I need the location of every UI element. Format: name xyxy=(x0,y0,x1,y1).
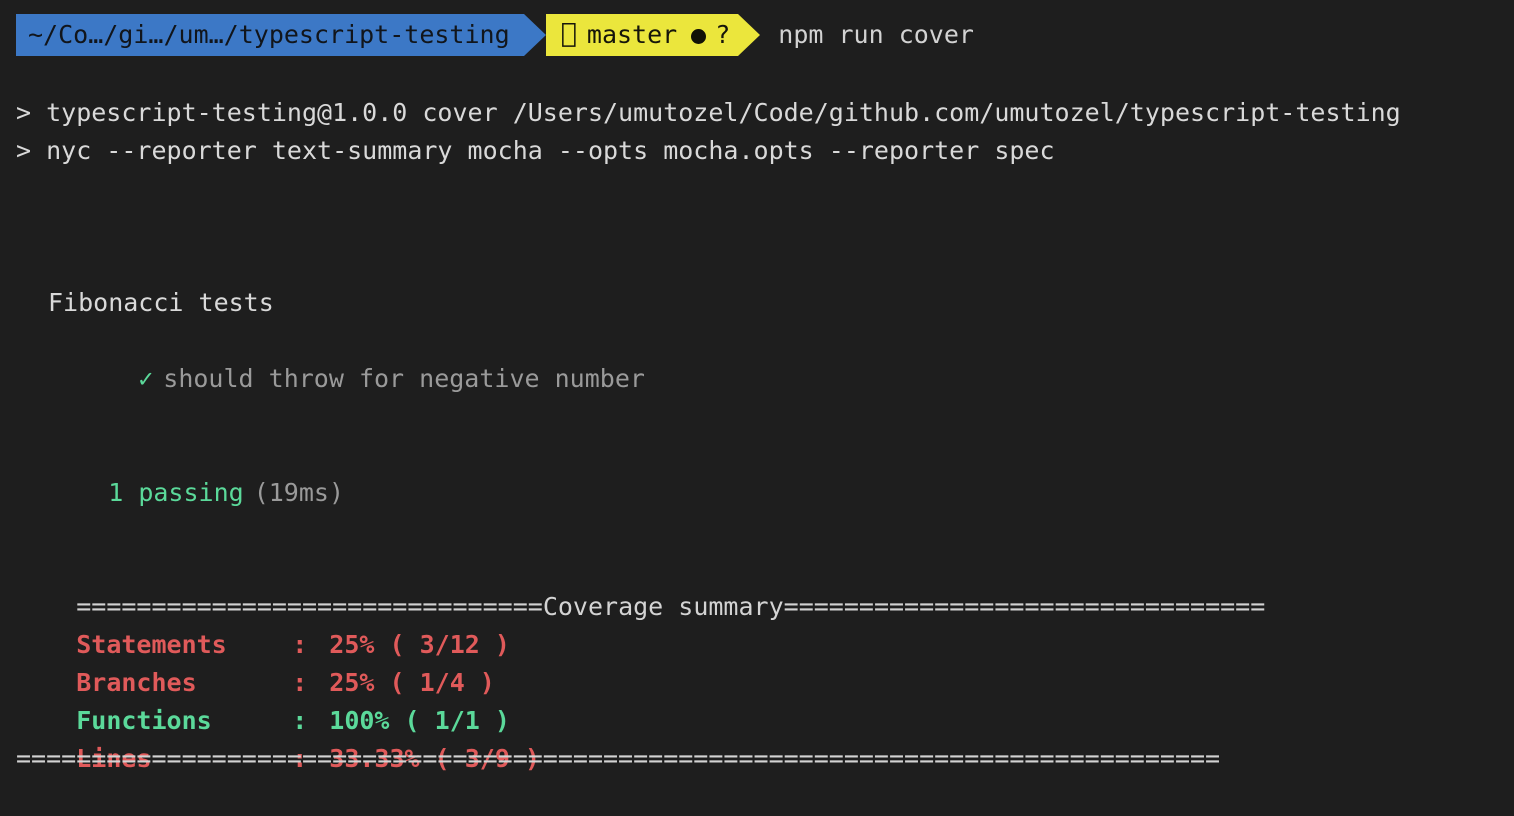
mocha-summary-line: 1 passing (19ms) xyxy=(48,436,344,550)
mocha-suite-title: Fibonacci tests xyxy=(48,288,274,317)
coverage-footer-separator: ========================================… xyxy=(16,744,1221,773)
test-pass-check-icon: ✓ xyxy=(138,364,154,393)
npm-script-line-1: > typescript-testing@1.0.0 cover /Users/… xyxy=(16,98,1401,127)
prompt-command-text: npm run cover xyxy=(778,20,974,49)
prompt-git-branch-text: master xyxy=(586,20,678,49)
mocha-passing-count: 1 passing xyxy=(108,478,244,507)
git-branch-icon:  xyxy=(560,18,577,49)
prompt-git-segment:  master ? xyxy=(546,14,739,56)
powerline-separator-path xyxy=(523,14,546,56)
shell-prompt-line: ~/Co…/gi…/um…/typescript-testing  maste… xyxy=(16,14,974,56)
prompt-git-untracked-marker: ? xyxy=(715,20,731,49)
terminal-window[interactable]: ~/Co…/gi…/um…/typescript-testing  maste… xyxy=(0,0,1514,774)
mocha-test-item: ✓ should throw for negative number xyxy=(78,322,645,436)
mocha-test-title: should throw for negative number xyxy=(163,364,645,393)
git-dirty-dot-icon xyxy=(691,28,707,44)
prompt-path-segment: ~/Co…/gi…/um…/typescript-testing xyxy=(16,14,524,56)
prompt-command-input[interactable]: npm run cover xyxy=(760,14,974,56)
coverage-summary-title: Coverage summary xyxy=(542,592,784,621)
prompt-path-text: ~/Co…/gi…/um…/typescript-testing xyxy=(28,20,510,49)
mocha-duration: (19ms) xyxy=(253,478,344,507)
npm-script-line-2: > nyc --reporter text-summary mocha --op… xyxy=(16,136,1055,165)
coverage-separator-right: ================================ xyxy=(783,592,1266,621)
powerline-separator-git xyxy=(738,14,761,56)
